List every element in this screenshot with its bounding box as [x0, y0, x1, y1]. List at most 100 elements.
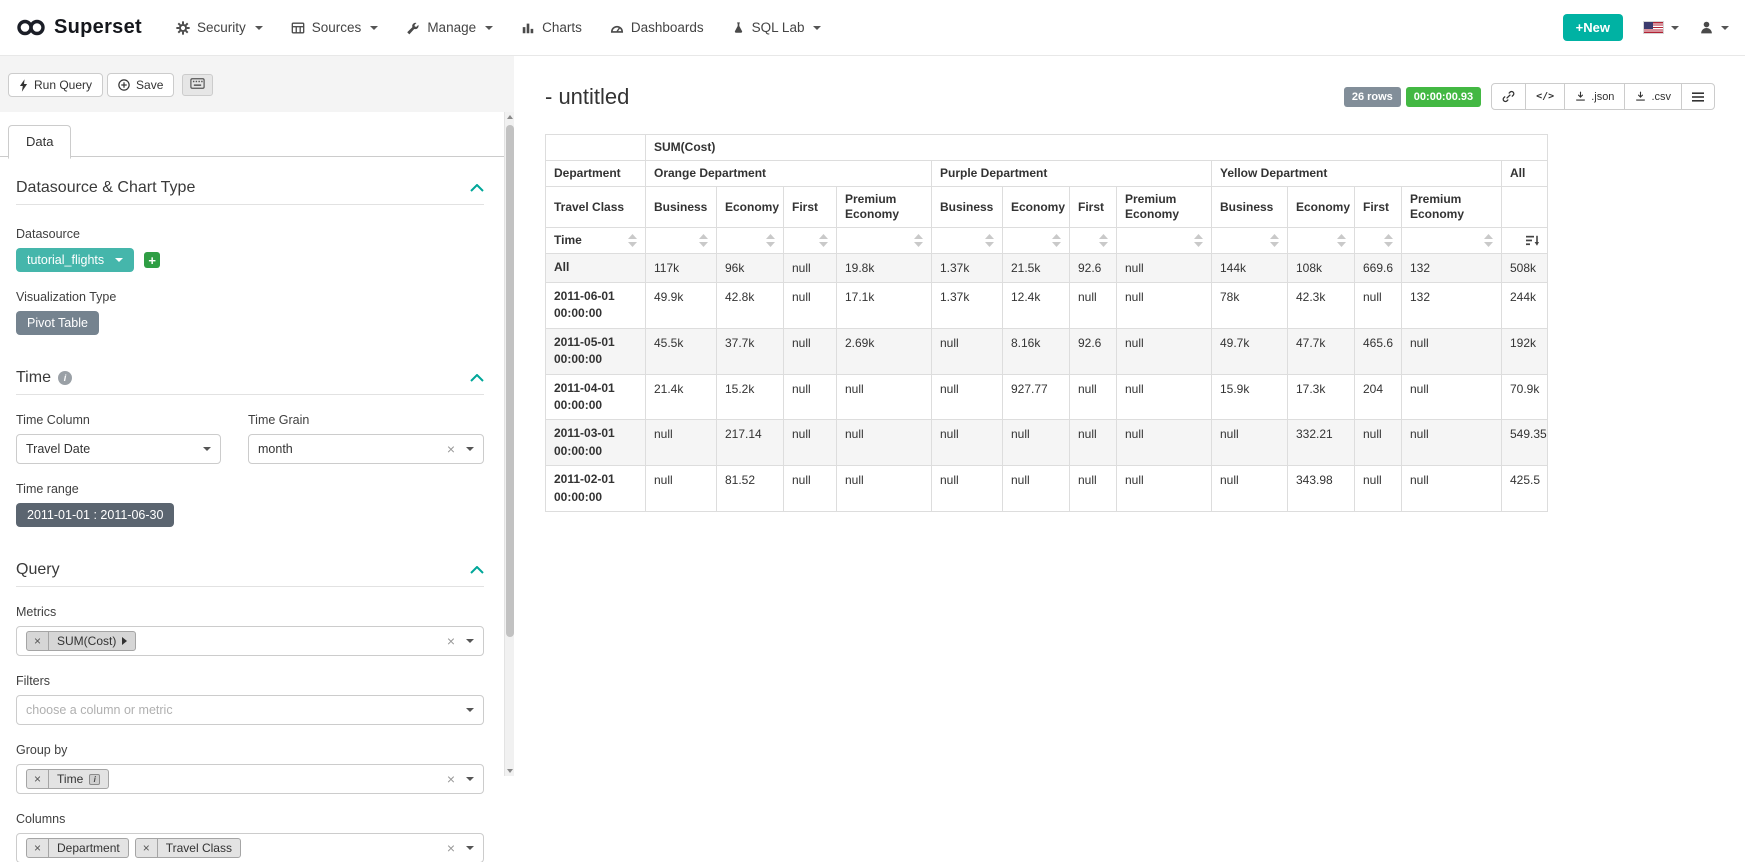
sort-icon[interactable] [1384, 234, 1393, 247]
time-range-value: 2011-01-01 : 2011-06-30 [27, 508, 163, 522]
export-json-label: .json [1591, 91, 1614, 103]
scroll-up-icon[interactable] [507, 115, 513, 119]
nav-manage[interactable]: Manage [406, 20, 493, 35]
dashboard-icon [610, 21, 624, 35]
pivot-cell: 549.35 [1502, 420, 1548, 466]
sort-icon[interactable] [1484, 234, 1493, 247]
sort-icon[interactable] [985, 234, 994, 247]
share-link-button[interactable] [1491, 83, 1526, 110]
clear-icon[interactable]: × [447, 634, 455, 648]
section-query[interactable]: Query [16, 561, 484, 587]
panel-scrollbar[interactable] [504, 112, 514, 776]
section-time[interactable]: Time i [16, 369, 484, 395]
chart-menu-button[interactable] [1681, 83, 1715, 110]
pivot-sort-header[interactable] [932, 228, 1003, 254]
pivot-sort-header[interactable] [646, 228, 717, 254]
metric-token[interactable]: × SUM(Cost) [26, 631, 136, 651]
remove-token-icon[interactable]: × [136, 839, 158, 857]
filters-placeholder: choose a column or metric [26, 703, 173, 717]
clear-icon[interactable]: × [447, 772, 455, 786]
sort-icon[interactable] [819, 234, 828, 247]
sort-icon[interactable] [1270, 234, 1279, 247]
superset-logo[interactable]: Superset [16, 16, 142, 39]
sort-icon[interactable] [1052, 234, 1061, 247]
pivot-subcol-header: First [1355, 187, 1402, 228]
time-range-button[interactable]: 2011-01-01 : 2011-06-30 [16, 503, 174, 527]
nav-sources[interactable]: Sources [291, 20, 379, 35]
viz-type-button[interactable]: Pivot Table [16, 311, 99, 335]
sort-icon[interactable] [1194, 234, 1203, 247]
pivot-sort-header[interactable] [1003, 228, 1070, 254]
time-column-label: Time Column [16, 413, 221, 427]
pivot-subcol-header: Business [932, 187, 1003, 228]
scroll-down-icon[interactable] [507, 769, 513, 773]
keyboard-shortcuts-button[interactable] [182, 74, 213, 96]
export-csv-button[interactable]: .csv [1624, 83, 1682, 110]
columns-token[interactable]: × Department [26, 838, 129, 858]
pivot-sort-header[interactable] [1402, 228, 1502, 254]
pivot-cell: 78k [1212, 283, 1288, 329]
language-selector[interactable] [1643, 21, 1679, 34]
pivot-sort-header[interactable] [1070, 228, 1117, 254]
sort-icon[interactable] [699, 234, 708, 247]
chevron-up-icon[interactable] [470, 184, 484, 192]
chevron-up-icon[interactable] [470, 374, 484, 382]
user-menu[interactable] [1699, 20, 1729, 35]
pivot-sort-header[interactable] [837, 228, 932, 254]
columns-token[interactable]: × Travel Class [135, 838, 241, 858]
sort-icon[interactable] [628, 234, 637, 247]
pivot-sort-header[interactable] [717, 228, 784, 254]
nav-security[interactable]: Security [176, 20, 263, 35]
metrics-select[interactable]: × SUM(Cost) × [16, 626, 484, 656]
sort-icon[interactable] [914, 234, 923, 247]
export-json-button[interactable]: .json [1564, 83, 1625, 110]
pivot-cell: null [784, 466, 837, 512]
groupby-token[interactable]: × Time i [26, 769, 109, 789]
pivot-sort-header[interactable] [1117, 228, 1212, 254]
chevron-up-icon[interactable] [470, 566, 484, 574]
time-grain-label: Time Grain [248, 413, 484, 427]
pivot-group-header: Orange Department [646, 161, 932, 187]
nav-dashboards[interactable]: Dashboards [610, 20, 704, 35]
remove-token-icon[interactable]: × [27, 770, 49, 788]
pivot-sort-header[interactable] [1355, 228, 1402, 254]
run-query-label: Run Query [34, 78, 92, 92]
clear-icon[interactable]: × [447, 442, 455, 456]
pivot-sort-header[interactable] [1288, 228, 1355, 254]
sort-icon[interactable] [1099, 234, 1108, 247]
remove-token-icon[interactable]: × [27, 839, 49, 857]
groupby-select[interactable]: × Time i × [16, 764, 484, 794]
pivot-group-header: Yellow Department [1212, 161, 1502, 187]
clear-icon[interactable]: × [447, 841, 455, 855]
sort-amount-desc-icon[interactable] [1526, 235, 1539, 247]
tab-data[interactable]: Data [8, 125, 71, 159]
time-grain-select[interactable]: month × [248, 434, 484, 464]
run-query-button[interactable]: Run Query [8, 73, 103, 97]
datasource-button[interactable]: tutorial_flights [16, 248, 134, 272]
view-query-button[interactable]: </> [1525, 83, 1565, 110]
chevron-down-icon [255, 26, 263, 30]
section-datasource-chart-type[interactable]: Datasource & Chart Type [16, 179, 484, 205]
time-column-select[interactable]: Travel Date [16, 434, 221, 464]
new-button[interactable]: +New [1563, 14, 1623, 41]
columns-select[interactable]: × Department × Travel Class × [16, 833, 484, 862]
chevron-down-icon [466, 777, 474, 781]
plus-circle-icon [118, 79, 130, 91]
sort-icon[interactable] [766, 234, 775, 247]
pivot-sort-header[interactable] [1212, 228, 1288, 254]
pivot-row-dim-header[interactable]: Time [546, 228, 646, 254]
pivot-cell: null [784, 254, 837, 283]
add-datasource-icon[interactable]: + [144, 252, 160, 268]
filters-select[interactable]: choose a column or metric [16, 695, 484, 725]
sort-icon[interactable] [1337, 234, 1346, 247]
chart-title[interactable]: - untitled [545, 84, 629, 110]
remove-token-icon[interactable]: × [27, 632, 49, 650]
pivot-sort-header[interactable] [784, 228, 837, 254]
bolt-icon [19, 79, 28, 92]
scrollbar-thumb[interactable] [506, 125, 514, 637]
save-button[interactable]: Save [107, 73, 174, 97]
nav-sql-lab[interactable]: SQL Lab [732, 20, 822, 35]
pivot-sort-header[interactable] [1502, 228, 1548, 254]
nav-charts[interactable]: Charts [521, 20, 582, 35]
nav-manage-label: Manage [427, 20, 476, 35]
